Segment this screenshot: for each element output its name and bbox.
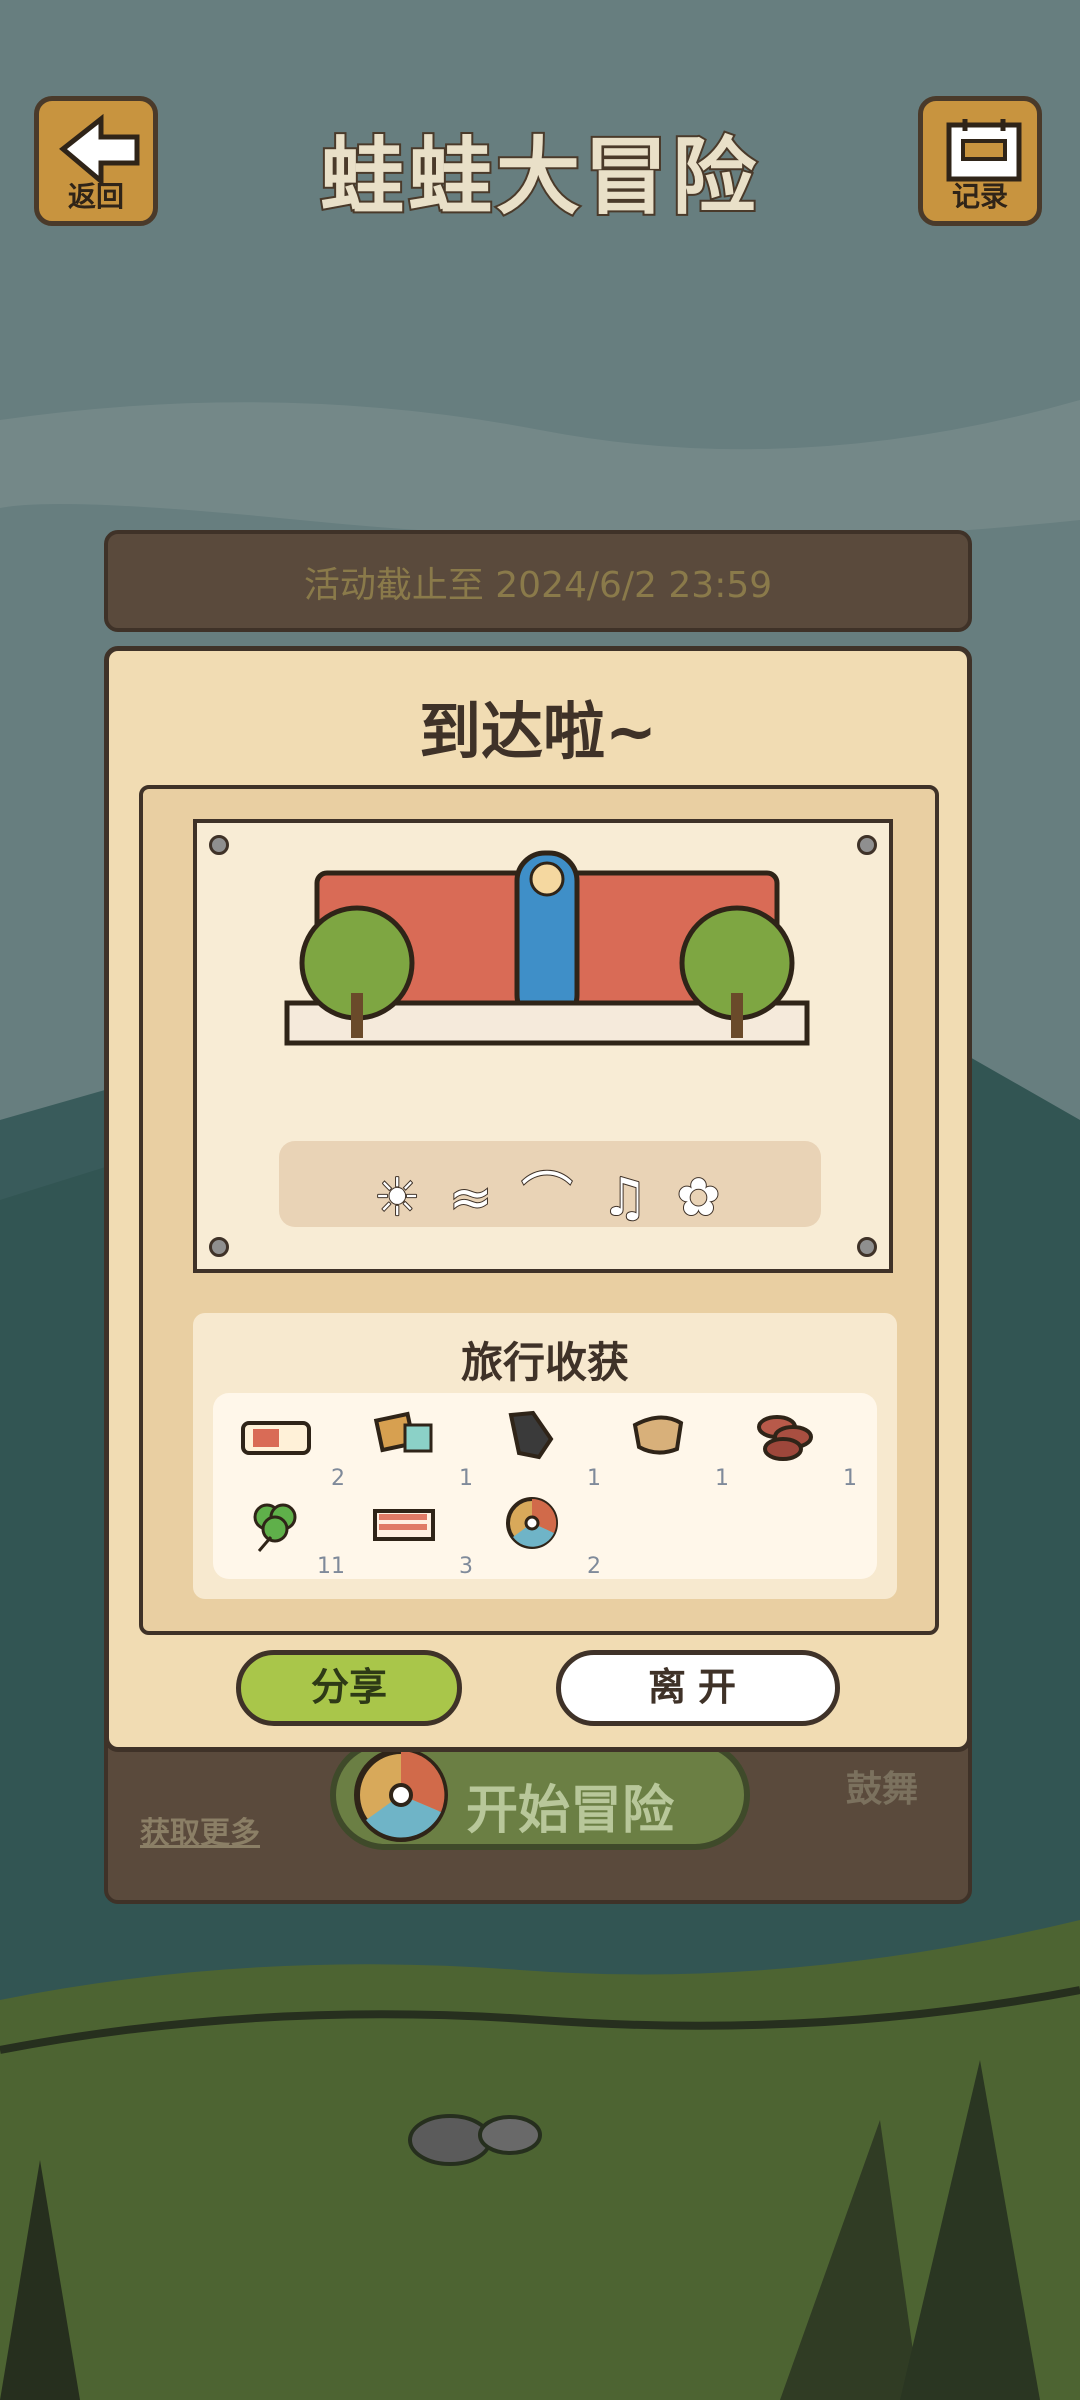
pin-icon [209, 835, 229, 855]
postcard: ☀ ≈ ⌒ ♫ ✿ [193, 819, 893, 1273]
event-deadline-text: 活动截止至 2024/6/2 23:59 [303, 565, 773, 606]
message-glyphs: ☀ ≈ ⌒ ♫ ✿ [373, 1167, 727, 1229]
reward-qty: 1 [843, 1466, 857, 1491]
compass-wheel-icon [506, 1497, 558, 1549]
share-button[interactable]: 分享 [236, 1650, 462, 1726]
start-adventure-label: 开始冒险 [466, 1781, 675, 1841]
reward-four-leaf-clover[interactable]: 11 [237, 1493, 345, 1579]
record-button[interactable]: 记录 [918, 96, 1042, 226]
reward-qty: 3 [459, 1554, 473, 1579]
red-ticket-icon [373, 1509, 435, 1541]
reward-qty: 1 [459, 1466, 473, 1491]
arrival-dialog: 到达啦~ ☀ ≈ ⌒ ♫ ✿ 旅行收获 2 1 1 1 1 11 3 2 [104, 646, 972, 1752]
rewards-grid: 2 1 1 1 1 11 3 2 [213, 1393, 877, 1579]
pin-icon [857, 1237, 877, 1257]
start-adventure-button[interactable]: 开始冒险 [330, 1740, 750, 1850]
encourage-label: 鼓舞 [846, 1769, 919, 1810]
charcoal-icon [508, 1410, 554, 1460]
reward-qty: 2 [331, 1466, 345, 1491]
reward-craft-materials[interactable]: 1 [365, 1405, 473, 1491]
craft-materials-icon [373, 1411, 433, 1453]
reward-qty: 1 [587, 1466, 601, 1491]
sausage-slices-icon [757, 1415, 813, 1461]
message-bar: ☀ ≈ ⌒ ♫ ✿ [279, 1141, 821, 1229]
pin-icon [209, 1237, 229, 1257]
reward-ticket[interactable]: 2 [237, 1405, 345, 1491]
rewards-title: 旅行收获 [460, 1338, 629, 1387]
record-label: 记录 [951, 180, 1008, 213]
reward-charcoal[interactable]: 1 [493, 1405, 601, 1491]
dialog-title: 到达啦~ [419, 695, 657, 768]
ticket-icon [241, 1421, 311, 1455]
bread-loaf-icon [632, 1415, 684, 1455]
rewards-panel: 旅行收获 2 1 1 1 1 11 3 2 [193, 1313, 897, 1599]
pin-icon [857, 835, 877, 855]
dialog-content: ☀ ≈ ⌒ ♫ ✿ 旅行收获 2 1 1 1 1 11 3 2 [139, 785, 939, 1635]
get-more-link[interactable]: 获取更多 [140, 1808, 260, 1852]
leave-button[interactable]: 离开 [556, 1650, 840, 1726]
encourage-button[interactable]: 鼓舞 [846, 1760, 918, 1812]
reward-red-ticket[interactable]: 3 [365, 1493, 473, 1579]
reward-qty: 1 [715, 1466, 729, 1491]
reward-compass-wheel[interactable]: 2 [493, 1493, 601, 1579]
landmark-building-illustration [284, 850, 810, 1046]
reward-qty: 11 [317, 1554, 345, 1579]
reward-bread-loaf[interactable]: 1 [621, 1405, 729, 1491]
event-deadline-board: 活动截止至 2024/6/2 23:59 [104, 530, 972, 632]
reward-qty: 2 [587, 1554, 601, 1579]
reward-sausage-slices[interactable]: 1 [749, 1405, 857, 1491]
compass-wheel-icon [354, 1748, 448, 1842]
four-leaf-clover-icon [253, 1503, 297, 1552]
